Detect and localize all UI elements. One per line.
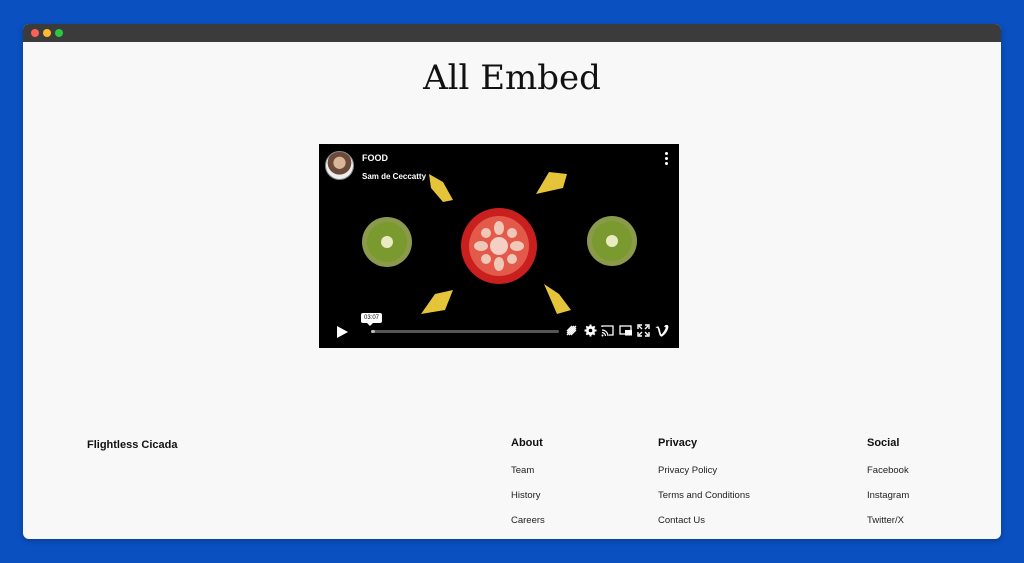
footer-heading-about: About (511, 437, 543, 449)
footer-link-careers[interactable]: Careers (511, 515, 545, 526)
footer-heading-privacy: Privacy (658, 437, 698, 449)
page-title: All Embed (423, 58, 601, 98)
vimeo-logo-icon[interactable] (655, 324, 669, 337)
footer-link-team[interactable]: Team (511, 465, 545, 476)
fullscreen-icon[interactable] (637, 324, 650, 337)
video-title[interactable]: FOOD (362, 153, 388, 163)
channel-avatar[interactable] (325, 151, 354, 180)
footer-link-terms[interactable]: Terms and Conditions (658, 490, 750, 501)
progress-bar[interactable] (371, 330, 559, 333)
video-player[interactable]: FOOD Sam de Ceccatty 03:07 (319, 144, 679, 348)
video-author[interactable]: Sam de Ceccatty (362, 172, 426, 181)
browser-window: All Embed FOOD Sam de Ceccatty 03:07 Fli… (23, 24, 1001, 539)
footer-link-contact[interactable]: Contact Us (658, 515, 750, 526)
progress-bar-fill (371, 330, 375, 333)
minimize-window-button[interactable] (43, 29, 51, 37)
cast-icon[interactable] (601, 324, 614, 337)
play-icon[interactable] (335, 325, 349, 339)
footer-link-twitter[interactable]: Twitter/X (867, 515, 909, 526)
maximize-window-button[interactable] (55, 29, 63, 37)
timecode-tooltip: 03:07 (361, 313, 383, 326)
gear-icon[interactable] (584, 324, 597, 337)
footer-column-social: Social Facebook Instagram Twitter/X (867, 437, 909, 539)
pip-icon[interactable] (619, 324, 632, 337)
hd-off-icon[interactable] (565, 324, 578, 337)
footer-link-facebook[interactable]: Facebook (867, 465, 909, 476)
kebab-menu-icon[interactable] (663, 152, 669, 166)
footer-column-about: About Team History Careers (511, 437, 545, 539)
footer-column-privacy: Privacy Privacy Policy Terms and Conditi… (658, 437, 750, 539)
footer-link-instagram[interactable]: Instagram (867, 490, 909, 501)
footer-link-privacy-policy[interactable]: Privacy Policy (658, 465, 750, 476)
close-window-button[interactable] (31, 29, 39, 37)
window-titlebar (23, 24, 1001, 42)
footer-link-history[interactable]: History (511, 490, 545, 501)
footer-heading-social: Social (867, 437, 900, 449)
footer-brand[interactable]: Flightless Cicada (87, 439, 177, 451)
